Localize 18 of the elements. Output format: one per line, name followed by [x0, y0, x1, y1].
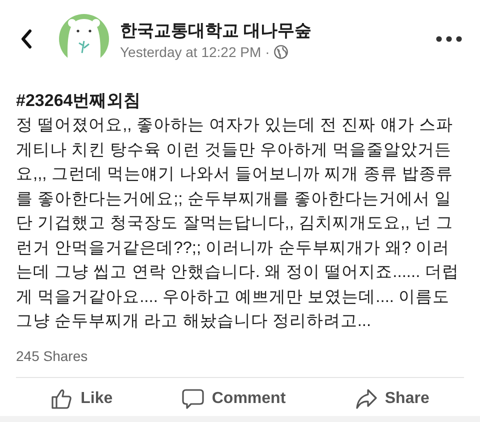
like-button[interactable]: Like — [46, 386, 117, 412]
avatar-icon — [58, 13, 110, 65]
comment-icon — [182, 388, 204, 410]
back-icon — [20, 29, 32, 49]
post-text: 정 떨어졌어요,, 좋아하는 여자가 있는데 전 진짜 얘가 스파게티나 치킨 탕수육 이런 것들만 우아하게 먹을줄알았거든요,,, 그런데 먹는얘기 나와서 들어보니까 찌개 종류 밥종류를 좋아한다는거에요;; 순두부찌개를 좋아한다는거에서 일단 기겁했고 청국장도 잘먹는답니다,, 김치찌개도요,, 넌 그런거 안먹을거같은데??;; 이러니까 순두부찌개가 왜? 이러는데 그냥 씹고 연락 안했습니다. 왜 정이 떨어지죠...... 더럽게 먹을거같아요.... 우아하고 예쁘게만 보였는데.... 이름도 그냥 순두부찌개 라고 해놨습니다 정리하려고... — [16, 115, 460, 332]
share-count[interactable]: 245 Shares — [16, 348, 88, 364]
page-name[interactable]: 한국교통대학교 대나무숲 — [120, 18, 312, 42]
globe-icon — [274, 44, 288, 58]
more-icon — [436, 36, 462, 42]
like-icon — [50, 388, 73, 410]
comment-button[interactable]: Comment — [178, 386, 290, 412]
timestamp: Yesterday at 12:22 PM — [120, 44, 262, 60]
share-button[interactable]: Share — [350, 386, 434, 412]
separator: · — [265, 44, 270, 60]
more-button[interactable] — [436, 36, 462, 42]
back-button[interactable] — [20, 29, 32, 49]
share-icon — [354, 388, 377, 410]
post-title: #23264번째외침 — [16, 90, 142, 112]
